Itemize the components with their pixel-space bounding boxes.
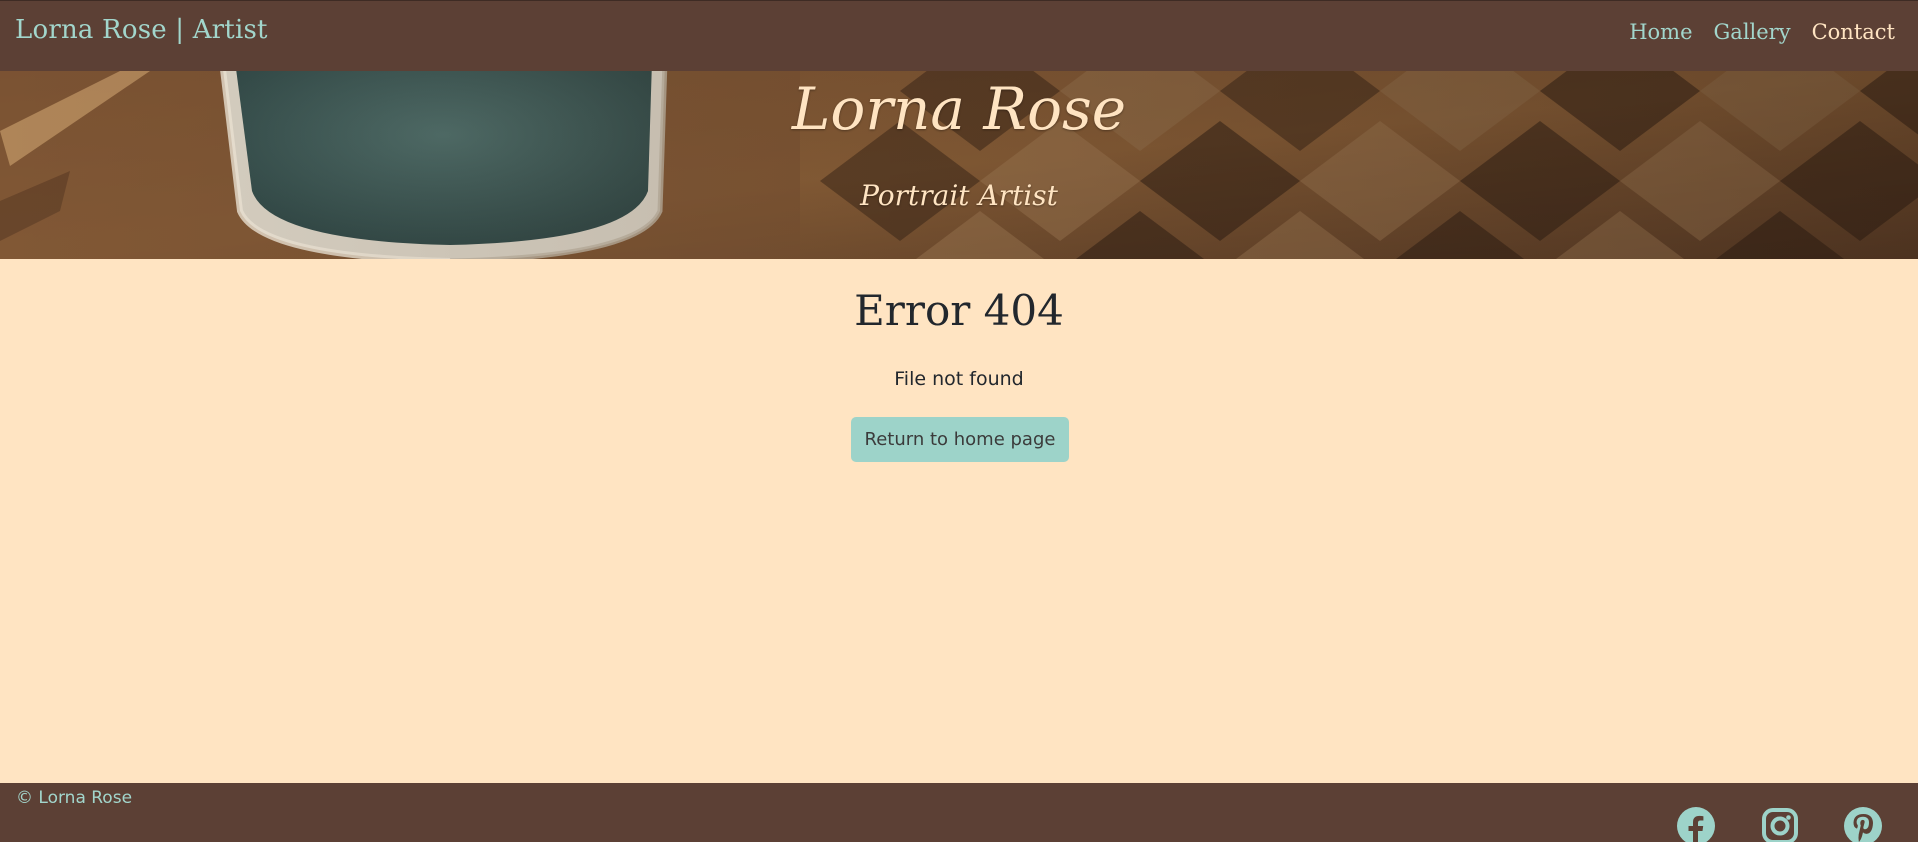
hero-subtitle: Portrait Artist (860, 179, 1058, 212)
hero-title: Lorna Rose (791, 75, 1127, 143)
brand-link[interactable]: Lorna Rose | Artist (15, 15, 268, 45)
navbar: Lorna Rose | Artist Home Gallery Contact (0, 0, 1918, 71)
error-heading: Error 404 (854, 286, 1064, 335)
facebook-icon[interactable] (1677, 807, 1715, 842)
hero-banner: Lorna Rose Portrait Artist (0, 71, 1918, 259)
instagram-icon[interactable] (1761, 807, 1799, 842)
footer: © Lorna Rose (0, 783, 1918, 842)
copyright-text: © Lorna Rose (16, 788, 133, 808)
nav-link-gallery[interactable]: Gallery (1714, 20, 1791, 44)
pinterest-icon[interactable] (1844, 807, 1882, 842)
nav-link-contact[interactable]: Contact (1812, 20, 1895, 44)
error-message: File not found (894, 368, 1024, 390)
nav-link-home[interactable]: Home (1629, 20, 1692, 44)
main-content: Error 404 File not found Return to home … (0, 259, 1918, 783)
return-home-button[interactable]: Return to home page (851, 417, 1069, 462)
nav-links: Home Gallery Contact (1608, 20, 1895, 44)
